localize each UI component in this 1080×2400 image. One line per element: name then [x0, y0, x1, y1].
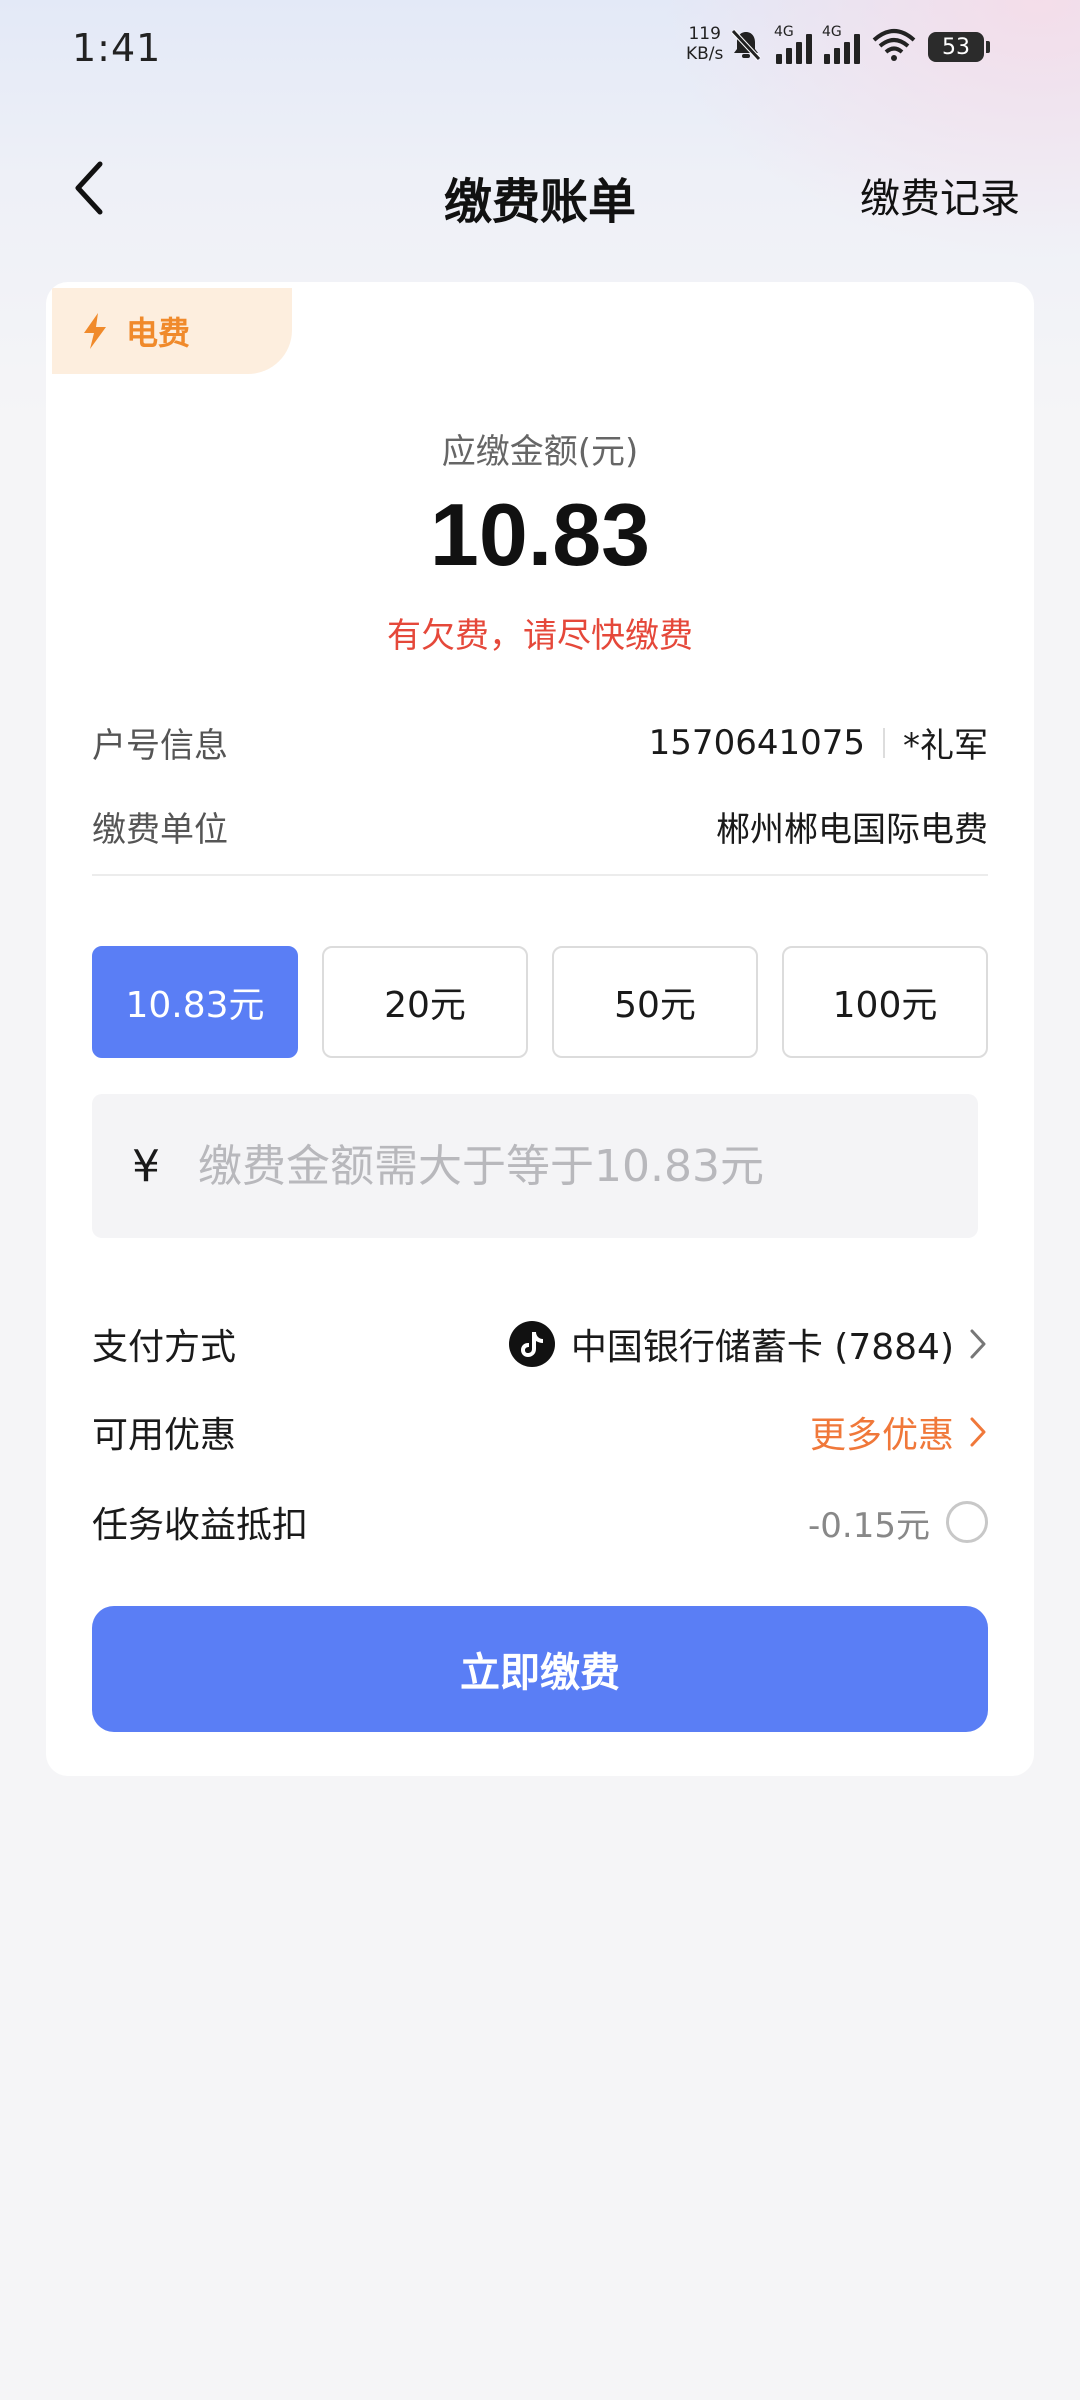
payment-unit-label: 缴费单位 — [92, 810, 228, 850]
account-name: *礼军 — [903, 726, 988, 766]
payment-method-row[interactable]: 支付方式 中国银行储蓄卡 (7884) — [92, 1318, 988, 1370]
status-icons: 4G 4G 53 — [728, 24, 990, 70]
task-deduction-value: -0.15元 — [808, 1505, 930, 1546]
amount-options: 10.83元 20元 50元 100元 — [92, 946, 988, 1058]
status-bar: 1:41 119 KB/s 4G 4G 53 — [0, 0, 1080, 100]
bill-type-label: 电费 — [126, 314, 191, 352]
account-info-value: 1570641075 *礼军 — [649, 718, 988, 767]
amount-option-3[interactable]: 50元 — [552, 946, 758, 1058]
account-info-label: 户号信息 — [92, 726, 228, 766]
amount-due-value: 10.83 — [429, 485, 651, 584]
payment-method-label: 支付方式 — [92, 1327, 237, 1368]
payment-unit-row: 缴费单位 郴州郴电国际电费 — [92, 802, 988, 851]
net-speed-unit: KB/s — [686, 44, 724, 64]
lightning-icon — [84, 313, 106, 349]
payment-unit-value: 郴州郴电国际电费 — [716, 810, 988, 850]
task-deduction-label: 任务收益抵扣 — [92, 1505, 309, 1546]
wifi-icon — [872, 28, 916, 66]
payment-records-link[interactable]: 缴费记录 — [860, 166, 1020, 224]
promotion-label: 可用优惠 — [92, 1415, 237, 1456]
amount-option-2[interactable]: 20元 — [322, 946, 528, 1058]
promotion-row[interactable]: 可用优惠 更多优惠 — [92, 1406, 988, 1458]
payment-method-value: 中国银行储蓄卡 (7884) — [570, 1327, 954, 1368]
task-deduction-value-group: -0.15元 — [808, 1498, 988, 1547]
mute-bell-icon — [728, 27, 764, 67]
amount-due-label: 应缴金额(元) — [441, 432, 639, 472]
chevron-right-icon — [970, 1329, 986, 1359]
signal-strength-1-icon: 4G — [774, 24, 812, 64]
douyin-pay-icon — [508, 1321, 555, 1367]
custom-amount-field[interactable]: ¥ — [92, 1094, 978, 1238]
chevron-right-icon — [970, 1417, 986, 1447]
divider — [883, 727, 885, 758]
yen-icon: ¥ — [132, 1140, 160, 1192]
net-speed-value: 119 — [688, 24, 721, 44]
nav-header: 缴费账单 缴费记录 — [0, 140, 1080, 240]
account-number: 1570641075 — [648, 722, 865, 763]
amount-option-1[interactable]: 10.83元 — [92, 946, 298, 1058]
task-deduction-row: 任务收益抵扣 -0.15元 — [92, 1496, 988, 1548]
payment-method-value-group: 中国银行储蓄卡 (7884) — [508, 1318, 988, 1370]
arrears-warning: 有欠费，请尽快缴费 — [387, 616, 693, 656]
amount-option-4[interactable]: 100元 — [782, 946, 988, 1058]
bill-type-tag: 电费 — [52, 288, 292, 374]
battery-icon: 53 — [928, 32, 990, 62]
bill-card: 电费 应缴金额(元) 10.83 有欠费，请尽快缴费 户号信息 15706410… — [46, 282, 1034, 1776]
account-info-row: 户号信息 1570641075 *礼军 — [92, 718, 988, 767]
status-time: 1:41 — [72, 26, 162, 70]
custom-amount-input[interactable] — [196, 1139, 978, 1193]
task-deduction-radio[interactable] — [946, 1501, 988, 1543]
pay-now-button[interactable]: 立即缴费 — [92, 1606, 988, 1732]
promotion-value-group: 更多优惠 — [810, 1406, 988, 1458]
signal-strength-2-icon: 4G — [822, 24, 860, 64]
promotion-value: 更多优惠 — [809, 1415, 954, 1456]
section-divider — [92, 874, 988, 876]
net-speed: 119 KB/s — [686, 24, 723, 64]
